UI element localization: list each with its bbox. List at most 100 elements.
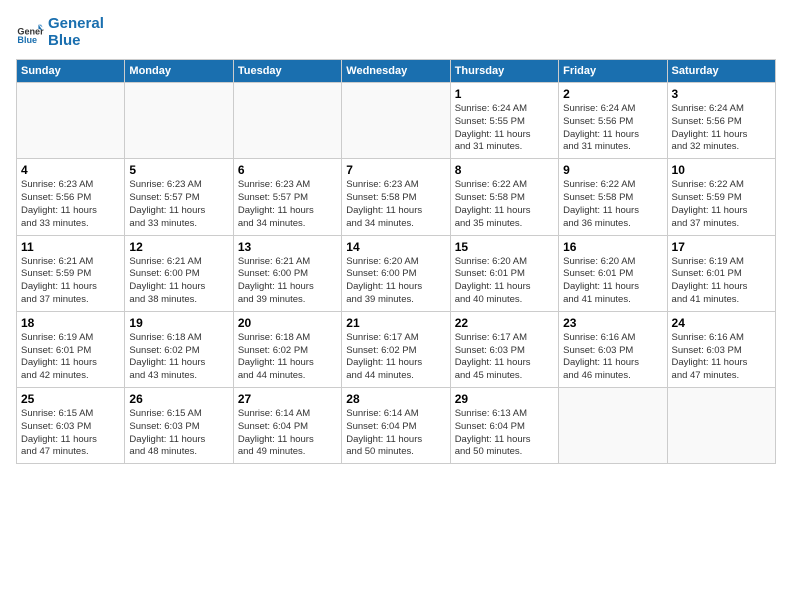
calendar-cell xyxy=(125,83,233,159)
day-info: Sunrise: 6:21 AM Sunset: 6:00 PM Dayligh… xyxy=(129,256,228,307)
calendar-cell: 27Sunrise: 6:14 AM Sunset: 6:04 PM Dayli… xyxy=(233,388,341,464)
calendar-cell: 4 Sunrise: 6:23 AM Sunset: 5:56 PM Daylig… xyxy=(17,159,125,235)
header: General Blue General Blue xyxy=(16,16,776,49)
day-number: 25 xyxy=(21,392,120,406)
day-info: Sunrise: 6:21 AM Sunset: 6:00 PM Dayligh… xyxy=(238,256,337,307)
day-header-monday: Monday xyxy=(125,60,233,83)
calendar-week-5: 25 Sunrise: 6:15 AM Sunset: 6:03 PM Dayli… xyxy=(17,388,776,464)
day-header-thursday: Thursday xyxy=(450,60,558,83)
calendar-cell: 7 Sunrise: 6:23 AM Sunset: 5:58 PM Daylig… xyxy=(342,159,450,235)
day-number: 29 xyxy=(455,392,554,406)
calendar-cell xyxy=(233,83,341,159)
day-number: 7 xyxy=(346,163,445,177)
day-info: Sunrise: 6:15 AM Sunset: 6:03 PM Dayligh… xyxy=(129,408,228,459)
calendar-cell: 15 Sunrise: 6:20 AM Sunset: 6:01 PM Dayli… xyxy=(450,235,558,311)
calendar-cell: 23 Sunrise: 6:16 AM Sunset: 6:03 PM Dayli… xyxy=(559,311,667,387)
day-number: 14 xyxy=(346,240,445,254)
calendar-cell: 22 Sunrise: 6:17 AM Sunset: 6:03 PM Dayli… xyxy=(450,311,558,387)
calendar-cell: 3 Sunrise: 6:24 AM Sunset: 5:56 PM Daylig… xyxy=(667,83,775,159)
day-number: 23 xyxy=(563,316,662,330)
day-info: Sunrise: 6:13 AM Sunset: 6:04 PM Dayligh… xyxy=(455,408,554,459)
logo-icon: General Blue xyxy=(16,19,44,47)
day-info: Sunrise: 6:20 AM Sunset: 6:01 PM Dayligh… xyxy=(563,256,662,307)
day-info: Sunrise: 6:20 AM Sunset: 6:01 PM Dayligh… xyxy=(455,256,554,307)
calendar-cell: 25 Sunrise: 6:15 AM Sunset: 6:03 PM Dayli… xyxy=(17,388,125,464)
day-info: Sunrise: 6:14 AM Sunset: 6:04 PM Dayligh… xyxy=(238,408,337,459)
day-header-saturday: Saturday xyxy=(667,60,775,83)
day-number: 18 xyxy=(21,316,120,330)
day-info: Sunrise: 6:22 AM Sunset: 5:58 PM Dayligh… xyxy=(563,179,662,230)
calendar-cell: 21 Sunrise: 6:17 AM Sunset: 6:02 PM Dayli… xyxy=(342,311,450,387)
day-info: Sunrise: 6:24 AM Sunset: 5:56 PM Dayligh… xyxy=(672,103,771,154)
calendar-cell: 8 Sunrise: 6:22 AM Sunset: 5:58 PM Daylig… xyxy=(450,159,558,235)
calendar-cell xyxy=(17,83,125,159)
day-number: 19 xyxy=(129,316,228,330)
day-number: 16 xyxy=(563,240,662,254)
calendar-cell xyxy=(342,83,450,159)
day-header-wednesday: Wednesday xyxy=(342,60,450,83)
day-info: Sunrise: 6:24 AM Sunset: 5:56 PM Dayligh… xyxy=(563,103,662,154)
day-number: 15 xyxy=(455,240,554,254)
day-info: Sunrise: 6:21 AM Sunset: 5:59 PM Dayligh… xyxy=(21,256,120,307)
calendar-header-row: SundayMondayTuesdayWednesdayThursdayFrid… xyxy=(17,60,776,83)
day-info: Sunrise: 6:23 AM Sunset: 5:56 PM Dayligh… xyxy=(21,179,120,230)
day-info: Sunrise: 6:16 AM Sunset: 6:03 PM Dayligh… xyxy=(563,332,662,383)
day-info: Sunrise: 6:18 AM Sunset: 6:02 PM Dayligh… xyxy=(238,332,337,383)
day-number: 28 xyxy=(346,392,445,406)
calendar-cell: 5 Sunrise: 6:23 AM Sunset: 5:57 PM Daylig… xyxy=(125,159,233,235)
day-info: Sunrise: 6:20 AM Sunset: 6:00 PM Dayligh… xyxy=(346,256,445,307)
day-number: 2 xyxy=(563,87,662,101)
day-info: Sunrise: 6:23 AM Sunset: 5:57 PM Dayligh… xyxy=(238,179,337,230)
calendar-cell: 19 Sunrise: 6:18 AM Sunset: 6:02 PM Dayli… xyxy=(125,311,233,387)
day-info: Sunrise: 6:23 AM Sunset: 5:57 PM Dayligh… xyxy=(129,179,228,230)
day-number: 5 xyxy=(129,163,228,177)
calendar-week-4: 18Sunrise: 6:19 AM Sunset: 6:01 PM Dayli… xyxy=(17,311,776,387)
day-info: Sunrise: 6:19 AM Sunset: 6:01 PM Dayligh… xyxy=(672,256,771,307)
day-info: Sunrise: 6:24 AM Sunset: 5:55 PM Dayligh… xyxy=(455,103,554,154)
day-number: 6 xyxy=(238,163,337,177)
day-number: 22 xyxy=(455,316,554,330)
calendar-cell: 13 Sunrise: 6:21 AM Sunset: 6:00 PM Dayli… xyxy=(233,235,341,311)
day-info: Sunrise: 6:22 AM Sunset: 5:58 PM Dayligh… xyxy=(455,179,554,230)
day-header-friday: Friday xyxy=(559,60,667,83)
day-number: 24 xyxy=(672,316,771,330)
calendar-cell: 17 Sunrise: 6:19 AM Sunset: 6:01 PM Dayli… xyxy=(667,235,775,311)
day-info: Sunrise: 6:17 AM Sunset: 6:02 PM Dayligh… xyxy=(346,332,445,383)
calendar-cell: 11Sunrise: 6:21 AM Sunset: 5:59 PM Dayli… xyxy=(17,235,125,311)
calendar-cell: 18Sunrise: 6:19 AM Sunset: 6:01 PM Dayli… xyxy=(17,311,125,387)
day-number: 17 xyxy=(672,240,771,254)
day-info: Sunrise: 6:16 AM Sunset: 6:03 PM Dayligh… xyxy=(672,332,771,383)
day-header-tuesday: Tuesday xyxy=(233,60,341,83)
calendar-week-3: 11Sunrise: 6:21 AM Sunset: 5:59 PM Dayli… xyxy=(17,235,776,311)
calendar-cell: 14 Sunrise: 6:20 AM Sunset: 6:00 PM Dayli… xyxy=(342,235,450,311)
day-info: Sunrise: 6:23 AM Sunset: 5:58 PM Dayligh… xyxy=(346,179,445,230)
day-number: 13 xyxy=(238,240,337,254)
calendar-cell: 28 Sunrise: 6:14 AM Sunset: 6:04 PM Dayli… xyxy=(342,388,450,464)
calendar-cell: 6 Sunrise: 6:23 AM Sunset: 5:57 PM Daylig… xyxy=(233,159,341,235)
day-header-sunday: Sunday xyxy=(17,60,125,83)
calendar-cell: 1Sunrise: 6:24 AM Sunset: 5:55 PM Daylig… xyxy=(450,83,558,159)
calendar: SundayMondayTuesdayWednesdayThursdayFrid… xyxy=(16,59,776,464)
day-number: 12 xyxy=(129,240,228,254)
day-info: Sunrise: 6:18 AM Sunset: 6:02 PM Dayligh… xyxy=(129,332,228,383)
day-info: Sunrise: 6:15 AM Sunset: 6:03 PM Dayligh… xyxy=(21,408,120,459)
day-number: 21 xyxy=(346,316,445,330)
day-number: 4 xyxy=(21,163,120,177)
calendar-cell: 12 Sunrise: 6:21 AM Sunset: 6:00 PM Dayli… xyxy=(125,235,233,311)
calendar-week-1: 1Sunrise: 6:24 AM Sunset: 5:55 PM Daylig… xyxy=(17,83,776,159)
day-number: 20 xyxy=(238,316,337,330)
day-info: Sunrise: 6:14 AM Sunset: 6:04 PM Dayligh… xyxy=(346,408,445,459)
calendar-cell xyxy=(667,388,775,464)
day-number: 3 xyxy=(672,87,771,101)
day-info: Sunrise: 6:17 AM Sunset: 6:03 PM Dayligh… xyxy=(455,332,554,383)
day-number: 8 xyxy=(455,163,554,177)
day-info: Sunrise: 6:22 AM Sunset: 5:59 PM Dayligh… xyxy=(672,179,771,230)
calendar-cell xyxy=(559,388,667,464)
calendar-week-2: 4 Sunrise: 6:23 AM Sunset: 5:56 PM Daylig… xyxy=(17,159,776,235)
day-number: 10 xyxy=(672,163,771,177)
logo-text-line1: General xyxy=(48,16,104,33)
calendar-cell: 20 Sunrise: 6:18 AM Sunset: 6:02 PM Dayli… xyxy=(233,311,341,387)
calendar-cell: 29 Sunrise: 6:13 AM Sunset: 6:04 PM Dayli… xyxy=(450,388,558,464)
calendar-cell: 9Sunrise: 6:22 AM Sunset: 5:58 PM Daylig… xyxy=(559,159,667,235)
calendar-cell: 16 Sunrise: 6:20 AM Sunset: 6:01 PM Dayli… xyxy=(559,235,667,311)
